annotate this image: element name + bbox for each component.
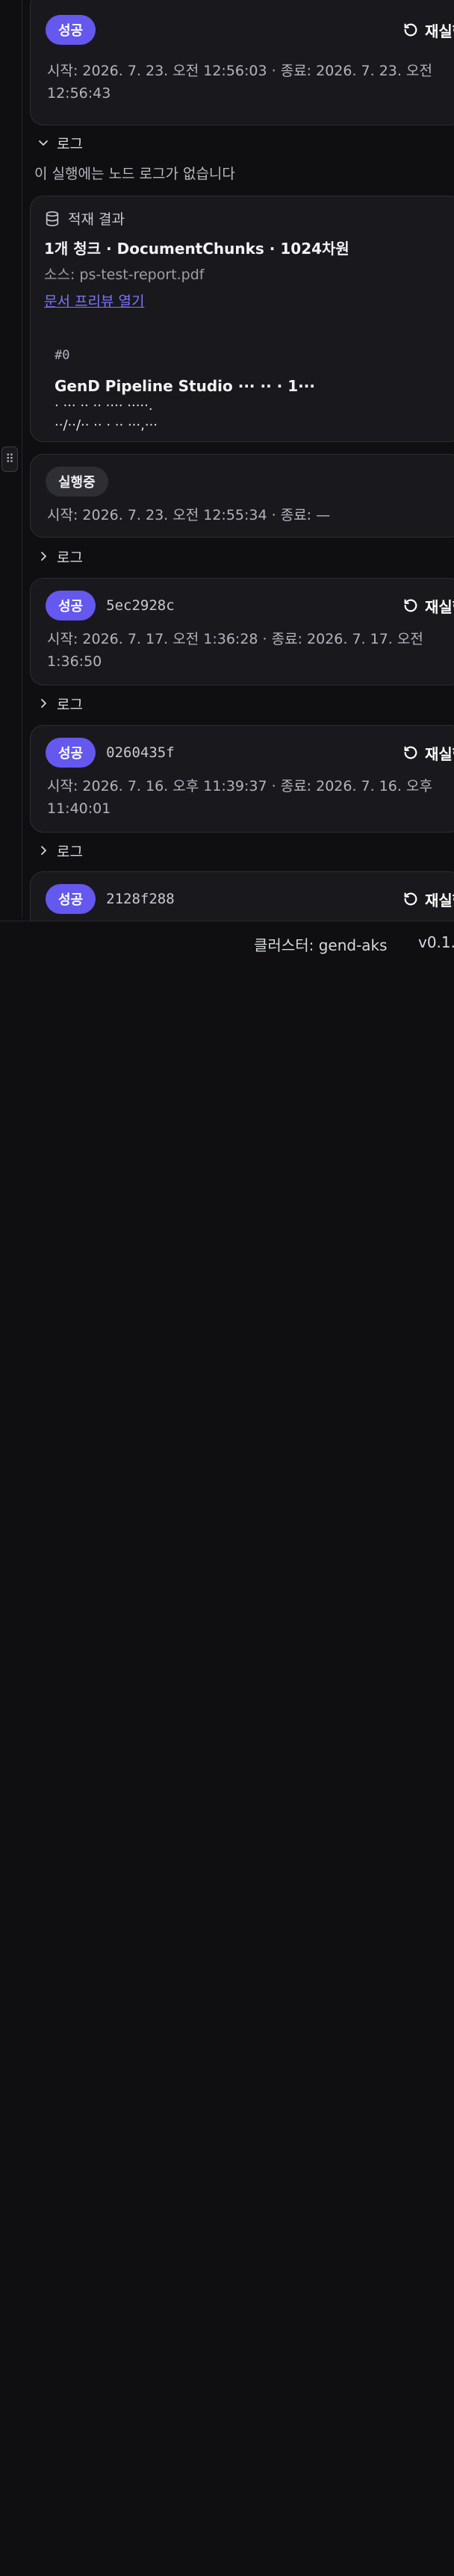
- rerun-button[interactable]: 재실행: [402, 591, 454, 620]
- chunk-text-line: · ··· ·· ·· ···· ·····.: [55, 398, 153, 414]
- log-toggle[interactable]: 로그: [37, 132, 83, 153]
- chunk-text: GenD Pipeline Studio ··· ·· · 1··· · ···…: [55, 376, 413, 435]
- rerun-icon: [404, 23, 417, 37]
- result-title: 적재 결과: [44, 208, 125, 228]
- log-toggle-label: 로그: [57, 135, 83, 152]
- rerun-button[interactable]: 재실행: [402, 884, 454, 914]
- run-card: 성공 5ec2928c 재실행 시작: 2026. 7. 17. 오전 1:36…: [30, 578, 454, 685]
- run-card-header: 실행중: [46, 467, 454, 497]
- rerun-button[interactable]: 재실행: [402, 15, 454, 45]
- source-file: 소스: ps-test-report.pdf: [44, 267, 205, 283]
- status-badge: 성공: [46, 15, 96, 45]
- rerun-button[interactable]: 재실행: [402, 738, 454, 768]
- rerun-label: 재실행: [425, 744, 454, 763]
- log-toggle[interactable]: 로그: [37, 840, 83, 861]
- no-logs-message: 이 실행에는 노드 로그가 없습니다: [34, 166, 235, 182]
- result-title-label: 적재 결과: [68, 211, 125, 228]
- run-id: 5ec2928c: [106, 597, 175, 614]
- chevron-right-icon: [41, 846, 46, 855]
- status-badge: 실행중: [46, 467, 108, 497]
- run-times: 시작: 2026. 7. 16. 오후 11:39:37 · 종료: 2026.…: [47, 778, 432, 817]
- log-toggle-label: 로그: [57, 549, 83, 566]
- cluster-name: 클러스터: gend-aks: [254, 936, 388, 954]
- log-toggle[interactable]: 로그: [37, 546, 83, 567]
- drag-handle-icon[interactable]: ⠿: [1, 447, 18, 472]
- status-badge: 성공: [46, 884, 96, 914]
- run-id: 0260435f: [106, 744, 175, 761]
- ingest-result-card: 적재 결과 1개 청크 · DocumentChunks · 1024차원 소스…: [30, 196, 454, 442]
- run-card-header: 성공 재실행: [46, 15, 454, 45]
- run-card-header: 성공 5ec2928c 재실행: [46, 591, 454, 620]
- run-card-header: 성공 2128f288 재실행: [46, 884, 454, 914]
- log-toggle-label: 로그: [57, 843, 83, 860]
- left-rail: ⠿: [0, 0, 22, 918]
- log-toggle-label: 로그: [57, 696, 83, 713]
- rerun-label: 재실행: [425, 597, 454, 616]
- run-times: 시작: 2026. 7. 17. 오전 1:36:28 · 종료: 2026. …: [47, 631, 423, 670]
- run-times: 시작: 2026. 7. 23. 오전 12:56:03 · 종료: 2026.…: [47, 63, 432, 102]
- status-footer: 클러스터: gend-aks v0.1.: [0, 921, 454, 968]
- app-version: v0.1.: [418, 933, 454, 951]
- run-id: 2128f288: [106, 891, 175, 907]
- rerun-icon: [404, 599, 417, 612]
- run-card: 성공 0260435f 재실행 시작: 2026. 7. 16. 오후 11:3…: [30, 725, 454, 833]
- rerun-label: 재실행: [425, 22, 454, 40]
- run-times: 시작: 2026. 7. 23. 오전 12:55:34 · 종료: —: [47, 507, 331, 523]
- chunk-summary: 1개 청크 · DocumentChunks · 1024차원: [44, 240, 349, 258]
- chunk-text-line: ··/··/·· ·· · ·· ···,···: [55, 417, 158, 433]
- rerun-icon: [404, 746, 417, 759]
- database-icon: [46, 211, 59, 226]
- log-toggle[interactable]: 로그: [37, 693, 83, 714]
- rerun-label: 재실행: [425, 891, 454, 909]
- run-card: 실행중 시작: 2026. 7. 23. 오전 12:55:34 · 종료: —: [30, 454, 454, 538]
- chunk-text-line: GenD Pipeline Studio ··· ·· · 1···: [55, 377, 315, 395]
- document-preview-link[interactable]: 문서 프리뷰 열기: [44, 290, 144, 311]
- run-card: 성공 재실행 시작: 2026. 7. 23. 오전 12:56:03 · 종료…: [30, 0, 454, 125]
- status-badge: 성공: [46, 591, 96, 620]
- run-history-page: ⠿ 성공 재실행 시작: 2026. 7. 23. 오전 12:56:03 · …: [0, 0, 454, 2576]
- run-card-header: 성공 0260435f 재실행: [46, 738, 454, 768]
- chevron-right-icon: [41, 552, 46, 561]
- rerun-icon: [404, 892, 417, 906]
- chevron-down-icon: [39, 140, 48, 146]
- chevron-right-icon: [41, 699, 46, 708]
- chunk-index: #0: [55, 348, 70, 363]
- status-badge: 성공: [46, 738, 96, 768]
